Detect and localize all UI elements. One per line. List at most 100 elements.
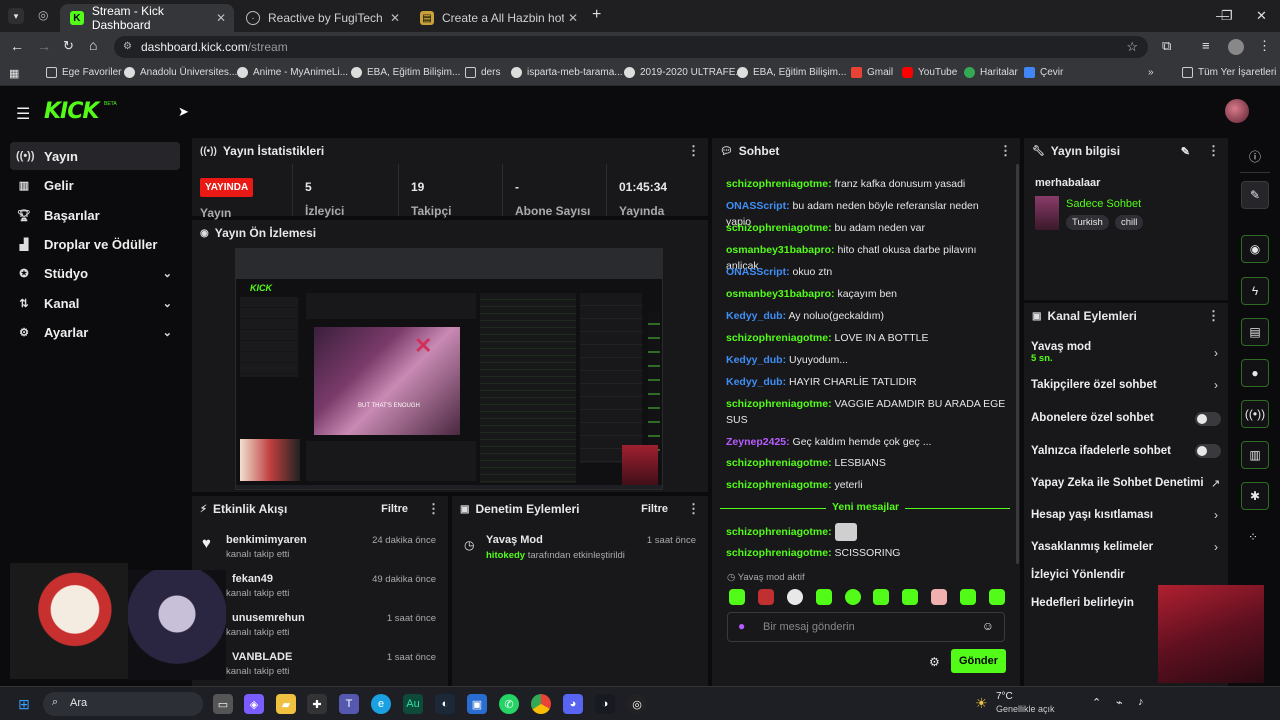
steam-app-icon[interactable]: ◑ — [595, 694, 615, 714]
bookmark-item[interactable]: Anime - MyAnimeLi... — [237, 67, 348, 78]
tag-pill[interactable]: Turkish — [1066, 215, 1109, 230]
nav-studyo[interactable]: ✪ Stüdyo ⌄ — [10, 259, 180, 287]
profile-avatar-icon[interactable] — [1228, 39, 1244, 55]
teams-icon[interactable]: T — [339, 694, 359, 714]
chat-input[interactable]: ● Bir mesaj gönderin ☺ — [727, 612, 1005, 642]
tray-chevron-up-icon[interactable]: ⌃ — [1092, 696, 1101, 709]
bookmark-item[interactable]: YouTube — [902, 67, 957, 78]
emote-5[interactable] — [845, 589, 861, 605]
more-options-icon[interactable]: ⋮ — [427, 501, 440, 517]
file-explorer-icon[interactable]: ▰ — [276, 694, 296, 714]
external-link-icon[interactable]: ↗ — [1211, 477, 1220, 490]
emoji-icon[interactable]: ☺ — [982, 619, 994, 633]
moderator-name[interactable]: hitokedy — [486, 550, 525, 561]
apps-grid-icon[interactable]: ▦ — [9, 67, 19, 80]
activity-filter-button[interactable]: Filtre — [381, 503, 408, 515]
user-avatar[interactable] — [1225, 99, 1249, 123]
bookmark-item[interactable]: Anadolu Üniversites... — [124, 67, 237, 78]
bookmark-item[interactable]: ders — [465, 67, 500, 78]
emotes-only-toggle[interactable] — [1195, 444, 1221, 458]
tab-reactive[interactable]: · Reactive by FugiTech ✕ — [236, 4, 408, 32]
task-view-icon[interactable]: ▭ — [213, 694, 233, 714]
chat-username[interactable]: ONASScript: — [726, 200, 790, 212]
restore-icon[interactable]: ❐ — [1221, 8, 1233, 24]
chat-username[interactable]: schizophreniagotme: — [726, 222, 832, 234]
chevron-right-icon[interactable]: › — [1214, 540, 1218, 554]
wrench-icon[interactable]: ✱ — [1241, 482, 1269, 510]
chat-username[interactable]: osmanbey31babapro: — [726, 244, 835, 256]
chat-settings-icon[interactable]: ⚙ — [929, 655, 940, 669]
hamburger-menu-icon[interactable]: ☰ — [16, 104, 30, 124]
chat-username[interactable]: schizophreniagotme: — [726, 332, 832, 344]
info-icon[interactable]: ⓘ — [1249, 148, 1261, 165]
network-icon[interactable]: ⌁ — [1116, 696, 1123, 709]
category-thumbnail[interactable] — [1035, 196, 1059, 230]
forward-icon[interactable]: → — [37, 38, 51, 54]
bookmark-item[interactable]: EBA, Eğitim Bilişim... — [737, 67, 846, 78]
media-icon[interactable]: ≡ — [1202, 38, 1210, 53]
action-goals[interactable]: Hedefleri belirleyin — [1031, 597, 1134, 609]
volume-icon[interactable]: ♪ — [1138, 696, 1144, 708]
browser-menu-icon[interactable]: ⋮ — [1258, 38, 1271, 54]
clipboard-icon[interactable]: ▤ — [1241, 318, 1269, 346]
emote-3[interactable] — [787, 589, 803, 605]
moderation-filter-button[interactable]: Filtre — [641, 503, 668, 515]
category-name[interactable]: Sadece Sohbet — [1066, 198, 1141, 210]
chat-username[interactable]: ONASScript: — [726, 266, 790, 278]
close-window-icon[interactable]: ✕ — [1256, 8, 1267, 24]
chat-username[interactable]: Zeynep2425: — [726, 436, 790, 448]
nav-kanal[interactable]: ⇅ Kanal ⌄ — [10, 289, 180, 317]
tab-kick-dashboard[interactable]: K Stream - Kick Dashboard ✕ — [60, 4, 234, 32]
nav-droplar[interactable]: ▟ Droplar ve Ödüller — [10, 230, 180, 258]
broadcast-icon[interactable]: ((•)) — [1241, 400, 1269, 428]
emote-7[interactable] — [902, 589, 918, 605]
more-options-icon[interactable]: ⋮ — [687, 143, 700, 159]
copilot-icon[interactable]: ◈ — [244, 694, 264, 714]
steam-icon[interactable]: ◐ — [435, 694, 455, 714]
discord-icon[interactable]: ◕ — [563, 694, 583, 714]
obs-icon[interactable]: ◎ — [627, 694, 647, 714]
site-info-icon[interactable]: ⚙ — [123, 41, 132, 52]
nav-yayin[interactable]: ((•)) Yayın — [10, 142, 180, 170]
chat-username[interactable]: schizophreniagotme: — [726, 457, 832, 469]
action-slow-mode[interactable]: Yavaş mod 5 sn. — [1031, 341, 1091, 364]
store-icon[interactable]: ▣ — [467, 694, 487, 714]
emote-9[interactable] — [960, 589, 976, 605]
chat-username[interactable]: Kedyy_dub: — [726, 354, 786, 366]
emote-6[interactable] — [873, 589, 889, 605]
more-options-icon[interactable]: ⋮ — [1207, 308, 1220, 324]
tab-groups-icon[interactable]: ◎ — [38, 8, 48, 22]
lightning-icon[interactable]: ϟ — [1241, 277, 1269, 305]
audition-icon[interactable]: Au — [403, 694, 423, 714]
action-banned-words[interactable]: Yasaklanmış kelimeler — [1031, 541, 1153, 553]
emote-10[interactable] — [989, 589, 1005, 605]
chat-username[interactable]: osmanbey31babapro: — [726, 288, 835, 300]
all-bookmarks[interactable]: Tüm Yer İşaretleri — [1182, 67, 1276, 78]
emote-4[interactable] — [816, 589, 832, 605]
action-emotes-only[interactable]: Yalnızca ifadelerle sohbet — [1031, 445, 1171, 457]
bookmark-item[interactable]: EBA, Eğitim Bilişim... — [351, 67, 460, 78]
chat-username[interactable]: schizophreniagotme: — [726, 479, 832, 491]
chevron-right-icon[interactable]: › — [1214, 346, 1218, 360]
camera-icon[interactable]: ◉ — [1241, 235, 1269, 263]
close-tab-icon[interactable]: ✕ — [216, 11, 226, 25]
nav-ayarlar[interactable]: ⚙ Ayarlar ⌄ — [10, 318, 180, 346]
send-button[interactable]: Gönder — [951, 649, 1006, 673]
close-tab-icon[interactable]: ✕ — [568, 11, 578, 25]
action-followers-only[interactable]: Takipçilere özel sohbet — [1031, 379, 1157, 391]
chevron-right-icon[interactable]: › — [1214, 508, 1218, 522]
more-options-icon[interactable]: ⋮ — [1207, 143, 1220, 159]
windows-start-icon[interactable]: ⊞ — [14, 694, 34, 714]
subscribers-only-toggle[interactable] — [1195, 412, 1221, 426]
back-icon[interactable]: ← — [10, 38, 24, 54]
action-host[interactable]: İzleyici Yönlendir — [1031, 569, 1125, 581]
chat-username[interactable]: schizophreniagotme: — [726, 178, 832, 190]
extensions-icon[interactable]: ⧉ — [1162, 38, 1171, 54]
edit-pencil-icon[interactable]: ✎ — [1181, 145, 1190, 158]
edit-pencil-icon[interactable]: ✎ — [1241, 181, 1269, 209]
microphone-icon[interactable]: ● — [738, 619, 745, 633]
bookmark-item[interactable]: Ege Favoriler — [46, 67, 121, 78]
chat-username[interactable]: schizophreniagotme: — [726, 398, 832, 410]
add-widget-icon[interactable]: ⁘ — [1248, 530, 1258, 544]
chat-bubble-icon[interactable]: ● — [1241, 359, 1269, 387]
